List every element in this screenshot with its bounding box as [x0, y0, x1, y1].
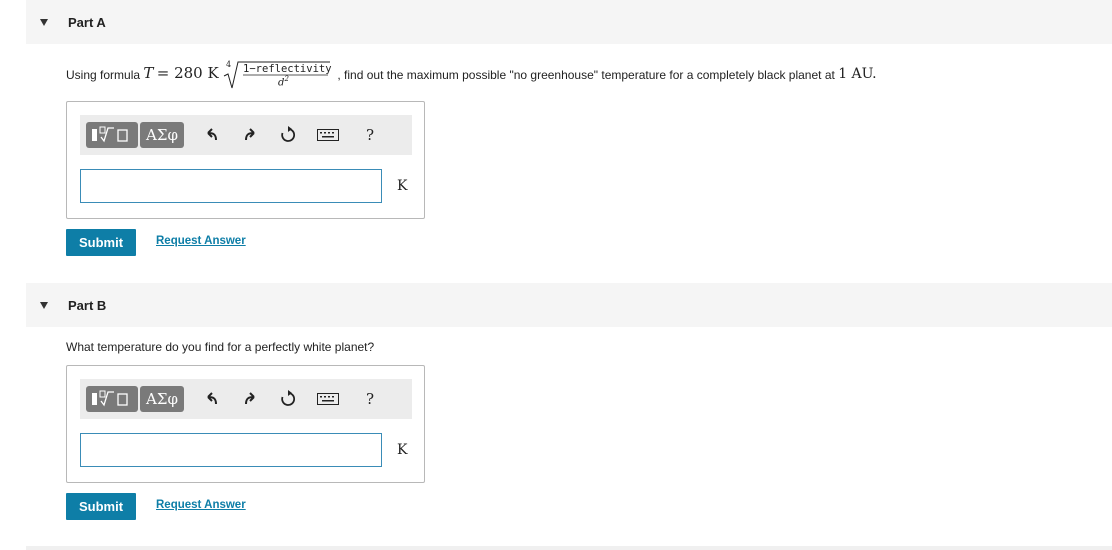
divider — [26, 546, 1112, 550]
part-a-submit-button[interactable]: Submit — [66, 229, 136, 256]
caret-down-icon[interactable] — [40, 19, 48, 26]
part-a-math-toolbar: ΑΣφ ? — [80, 115, 412, 155]
reset-icon[interactable] — [278, 389, 298, 409]
part-a-header[interactable]: Part A — [26, 0, 1112, 44]
part-a-title: Part A — [68, 14, 106, 30]
greek-letters-button[interactable]: ΑΣφ — [140, 386, 184, 412]
question-end: 1 AU. — [838, 66, 877, 83]
part-b-unit: K — [397, 442, 408, 458]
help-button[interactable]: ? — [360, 125, 380, 145]
part-a-answer-box: ΑΣφ ? K — [66, 101, 425, 219]
greek-letters-button[interactable]: ΑΣφ — [140, 122, 184, 148]
formula-denominator: d2 — [278, 75, 289, 88]
caret-down-icon[interactable] — [40, 302, 48, 309]
part-a-question: Using formula T = 280 K 4 1−reflectivity… — [66, 60, 877, 88]
part-b-question: What temperature do you find for a perfe… — [66, 340, 375, 354]
part-b-request-answer-link[interactable]: Request Answer — [156, 499, 246, 511]
templates-icon — [92, 126, 128, 143]
question-prefix: Using formula — [66, 68, 141, 83]
keyboard-icon[interactable] — [316, 389, 340, 409]
part-b-title: Part B — [68, 297, 107, 313]
help-button[interactable]: ? — [360, 389, 380, 409]
redo-icon[interactable] — [240, 389, 260, 409]
formula-numerator: 1−reflectivity — [243, 63, 332, 75]
part-b-math-toolbar: ΑΣφ ? — [80, 379, 412, 419]
templates-button[interactable] — [86, 122, 138, 148]
reset-icon[interactable] — [278, 125, 298, 145]
question-suffix: , find out the maximum possible "no gree… — [337, 68, 835, 83]
part-b-answer-input[interactable] — [80, 433, 382, 467]
part-b-header[interactable]: Part B — [26, 283, 1112, 327]
formula-variable: T — [143, 64, 154, 83]
undo-icon[interactable] — [202, 125, 222, 145]
part-b-answer-box: ΑΣφ ? K — [66, 365, 425, 483]
part-a-request-answer-link[interactable]: Request Answer — [156, 235, 246, 247]
keyboard-icon[interactable] — [316, 125, 340, 145]
part-a-answer-input[interactable] — [80, 169, 382, 203]
templates-icon — [92, 390, 128, 407]
formula-root: 4 1−reflectivity d2 — [222, 60, 334, 88]
denominator-exp: 2 — [284, 75, 289, 83]
part-b-submit-button[interactable]: Submit — [66, 493, 136, 520]
formula-constant: = 280 K — [156, 64, 219, 83]
undo-icon[interactable] — [202, 389, 222, 409]
redo-icon[interactable] — [240, 125, 260, 145]
part-a-unit: K — [397, 178, 408, 194]
templates-button[interactable] — [86, 386, 138, 412]
